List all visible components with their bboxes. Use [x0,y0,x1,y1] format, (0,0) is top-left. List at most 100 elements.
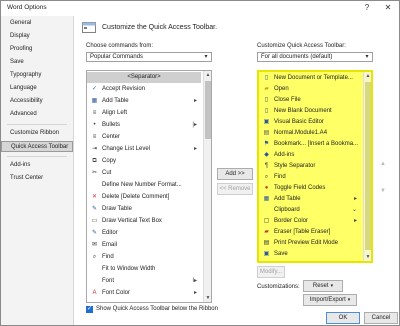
list-item[interactable]: ▣ Visual Basic Editor [259,117,361,128]
find-icon: ⌕ [92,254,97,260]
list-item[interactable]: Clipboard ⌄ [259,205,361,216]
choose-commands-combo[interactable]: Popular Commands ▾ [86,52,212,62]
list-item[interactable]: ⌕ Find [259,172,361,183]
commands-list[interactable]: <Separator> ✓ Accept Revision ▦ Add Table ▸ ≡ A… [86,70,212,303]
list-item[interactable]: ⌕ Find [87,252,201,263]
scroll-thumb[interactable] [205,81,211,139]
list-item[interactable]: ¶ Style Separator [259,161,361,172]
add-button[interactable]: Add >> [217,168,253,180]
nav-item-proofing[interactable]: Proofing [1,44,73,55]
toolbar-icon [82,22,96,33]
list-item[interactable]: ◆ Add-ins [259,150,361,161]
list-item-label: Find [102,254,114,260]
cancel-button[interactable]: Cancel [364,312,398,324]
list-item[interactable]: ▦ Add Table ▸ [259,194,361,205]
customize-toolbar-label: Customize Quick Access Toolbar: [257,43,346,49]
list-item-label: Align Left [102,110,128,116]
modify-button[interactable]: Modify... [257,266,285,278]
print-preview-icon: ▤ [263,240,270,246]
nav-item-display[interactable]: Display [1,31,73,42]
help-button[interactable]: ? [361,3,373,13]
list-item[interactable]: ✕ Delete [Delete Comment] [87,192,201,203]
list-item[interactable]: A Font Color ▸ [87,288,201,299]
customizations-label: Customizations: [257,284,300,290]
scroll-up-icon[interactable]: ▲ [364,72,371,80]
nav-item-trust-center[interactable]: Trust Center [1,173,73,184]
list-item[interactable]: • Bullets |▸ [87,120,201,131]
list-item-label: Copy [102,158,117,164]
list-item[interactable]: ▯ New Document or Template... [259,73,361,84]
scroll-up-icon[interactable]: ▲ [204,71,211,79]
list-item-label: New Document or Template... [274,75,353,81]
nav-item-quick-access-toolbar[interactable]: Quick Access Toolbar [1,141,73,152]
scroll-thumb[interactable] [365,82,371,250]
list-item[interactable]: ✂ Cut [87,168,201,179]
list-item[interactable]: ✎ Editor [87,228,201,239]
list-item-label: Draw Table [102,206,132,212]
list-item[interactable]: Define New Number Format... [87,180,201,191]
bookmark-icon: ⚑ [263,141,270,147]
list-item-label: Cut [102,170,112,176]
email-icon: ✉ [91,242,98,248]
list-item[interactable]: ✓ Accept Revision [87,84,201,95]
list-item[interactable]: ✉ Email [87,240,201,251]
close-button[interactable]: ✕ [382,3,394,13]
show-below-ribbon-label: Show Quick Access Toolbar below the Ribb… [96,306,218,312]
text-box-icon: ▭ [91,218,98,224]
list-item[interactable]: ▯ New Blank Document [259,106,361,117]
list-item[interactable]: ✎ Draw Table [87,204,201,215]
move-down-icon[interactable]: ▼ [378,186,388,196]
nav-item-language[interactable]: Language [1,83,73,94]
remove-button[interactable]: << Remove [217,183,253,195]
list-item[interactable]: ⧉ Copy [87,156,201,167]
title-bar: Word Options ? ✕ [1,1,399,15]
import-export-button[interactable]: Import/Export ▾ [303,294,357,306]
delete-comment-icon: ✕ [91,194,98,200]
list-item[interactable]: Fit to Window Width [87,264,201,275]
nav-item-customize-ribbon[interactable]: Customize Ribbon [1,128,73,139]
list-item[interactable]: <Separator> [87,72,201,83]
list-item[interactable]: Font I▸ [87,276,201,287]
list-item[interactable]: ≡ Align Left [87,108,201,119]
list-item[interactable]: ▤ Print Preview Edit Mode [259,238,361,249]
list-item[interactable]: ▰ Open [259,84,361,95]
nav-item-typography[interactable]: Typography [1,70,73,81]
list-item[interactable]: ▯ Close File [259,95,361,106]
customize-toolbar-combo[interactable]: For all documents (default) ▾ [257,52,373,62]
toolbar-scrollbar[interactable]: ▲ ▼ [363,72,371,261]
submenu-indicator-icon: ▸ [193,98,197,104]
reset-button[interactable]: Reset ▾ [303,280,343,292]
submenu-indicator-icon: ▸ [353,196,357,202]
scroll-down-icon[interactable]: ▼ [204,294,211,302]
commands-scrollbar[interactable]: ▲ ▼ [203,71,211,302]
nav-item-general[interactable]: General [1,18,73,29]
list-item[interactable]: ▭ Draw Vertical Text Box [87,216,201,227]
addins-icon: ◆ [264,152,269,158]
list-item[interactable]: ● Toggle Field Codes [259,183,361,194]
table-icon: ▦ [263,196,270,202]
toolbar-commands-list[interactable]: ▯ New Document or Template... ▰ Open ▯ Close … [257,70,373,263]
list-item[interactable]: ▦ Add Table ▸ [87,96,201,107]
table-icon: ▦ [91,98,98,104]
nav-item-accessibility[interactable]: Accessibility [1,96,73,107]
list-item-label: Style Separator [274,163,316,169]
list-item-label: Save [274,251,288,257]
list-item[interactable]: ▰ Eraser [Table Eraser] [259,227,361,238]
nav-item-advanced[interactable]: Advanced [1,109,73,120]
options-nav: General Display Proofing Save Typography… [1,16,74,325]
nav-item-addins[interactable]: Add-ins [1,160,73,171]
choose-commands-label: Choose commands from: [86,43,154,49]
list-item[interactable]: ▣ Save [259,249,361,260]
scroll-down-icon[interactable]: ▼ [364,253,371,261]
show-below-ribbon-checkbox[interactable]: ✓ [86,306,93,313]
list-item[interactable]: ▢ Border Color ▸ [259,216,361,227]
submenu-indicator-icon: ▸ [193,290,197,296]
list-item[interactable]: ▤ Normal.Module1.A4 [259,128,361,139]
list-item[interactable]: ≡ Center [87,132,201,143]
ok-button[interactable]: OK [326,312,360,324]
nav-item-save[interactable]: Save [1,57,73,68]
submenu-indicator-icon: ⌄ [351,207,357,213]
move-up-icon[interactable]: ▲ [378,159,388,169]
list-item[interactable]: ⇥ Change List Level ▸ [87,144,201,155]
list-item[interactable]: ⚑ Bookmark... [Insert a Bookma... [259,139,361,150]
